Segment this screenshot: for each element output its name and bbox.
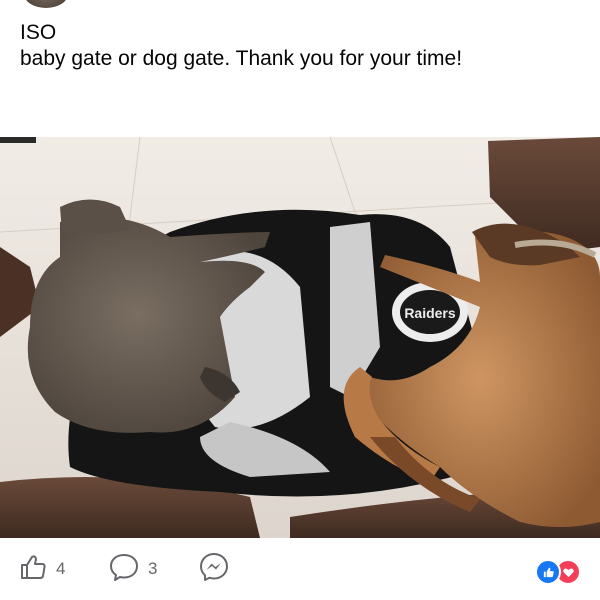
thumbs-up-icon [18,552,48,587]
like-count: 4 [56,559,66,578]
post-text: ISO baby gate or dog gate. Thank you for… [20,20,580,72]
blanket-logo-text: Raiders [404,305,456,321]
post-body-line: baby gate or dog gate. Thank you for you… [20,47,463,70]
comment-count: 3 [148,559,158,578]
facebook-post: ISO baby gate or dog gate. Thank you for… [0,0,600,600]
reaction-summary[interactable] [535,559,581,585]
avatar[interactable] [24,0,68,8]
dogs-on-blanket-image: Raiders [0,137,600,538]
post-header [140,0,260,4]
like-reaction-icon [535,559,561,585]
messenger-icon [198,552,230,587]
comment-bubble-icon [108,552,140,587]
post-title-line: ISO [20,21,57,44]
messenger-share-button[interactable] [198,552,230,587]
comment-button[interactable]: 3 [108,552,158,587]
post-photo[interactable]: Raiders [0,137,600,538]
action-bar: 4 3 [0,538,600,600]
like-button[interactable]: 4 [18,554,65,584]
